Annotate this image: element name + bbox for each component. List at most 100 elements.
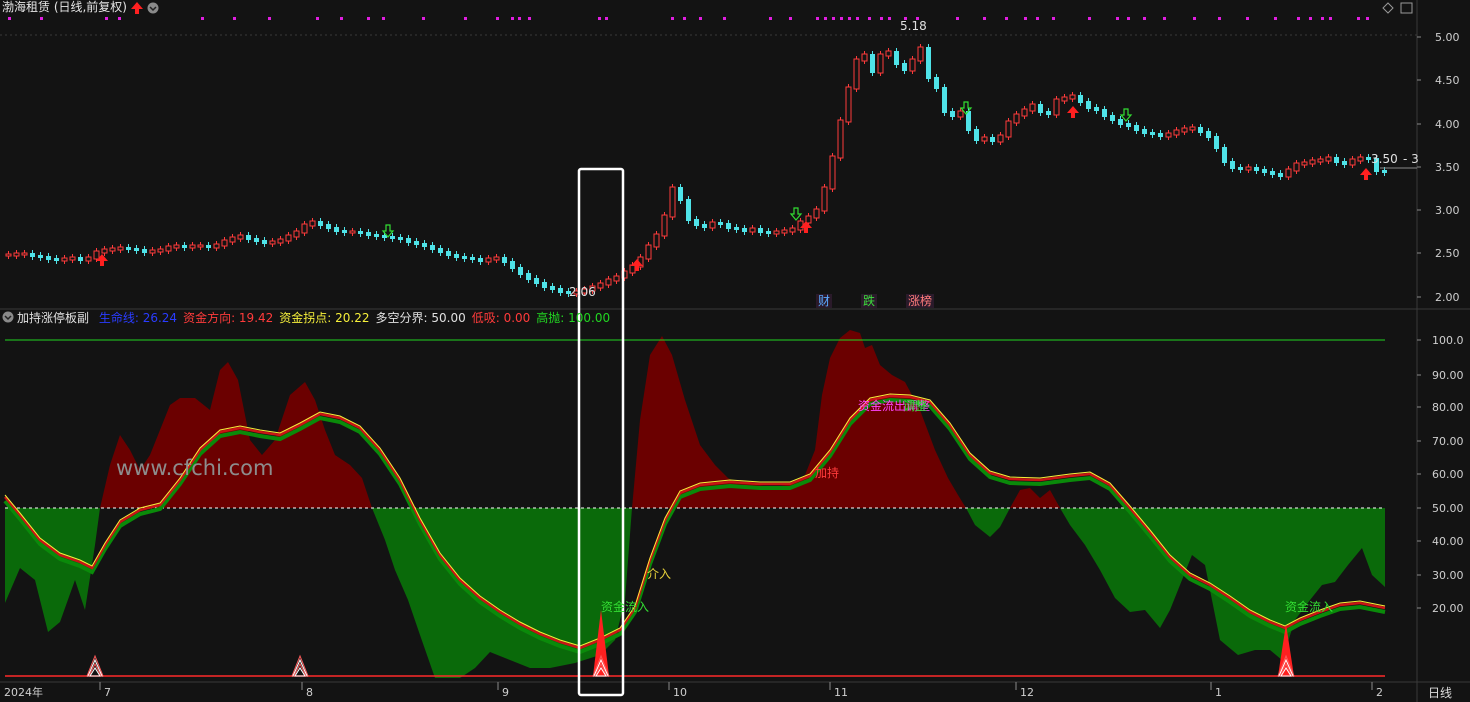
signal-dot: [1143, 17, 1146, 20]
time-tick-label: 1: [1215, 686, 1222, 699]
candle-body: [669, 186, 676, 218]
indicator-area-fill: [5, 330, 1385, 678]
signal-dot: [268, 17, 271, 20]
signal-dot: [956, 17, 959, 20]
candle-body: [853, 58, 860, 90]
indicator-value-item: 高抛: 100.00: [536, 311, 611, 325]
signal-dot: [683, 17, 686, 20]
candle-body: [781, 229, 788, 234]
indicator-tick-label: 100.0: [1432, 334, 1464, 347]
hold-label: 加持: [815, 466, 840, 480]
indicator-tick-label: 70.00: [1432, 435, 1464, 448]
candle-body: [182, 245, 187, 248]
indicator-tick-label: 30.00: [1432, 569, 1464, 582]
candle-body: [974, 129, 979, 141]
chart-stage[interactable]: 5.00 4.50 4.00 3.50 3.00 2.50 2.00 100.0 90.00 8…: [0, 0, 1470, 702]
signal-dot: [233, 17, 236, 20]
collapse-circle-icon[interactable]: [2, 311, 14, 323]
signal-dot: [868, 17, 871, 20]
window-icon[interactable]: [1400, 2, 1413, 14]
candle-body: [942, 87, 947, 113]
time-tick-label: 8: [306, 686, 313, 699]
candle-body: [197, 244, 204, 248]
candle-body: [126, 247, 131, 250]
candle-body: [1222, 147, 1227, 163]
signal-dot: [8, 17, 11, 20]
candle-body: [742, 228, 747, 232]
candle-body: [406, 238, 411, 243]
candle-body: [485, 257, 492, 263]
candle-body: [221, 239, 228, 247]
dropdown-circle-icon[interactable]: [147, 2, 159, 14]
indicator-tick-label: 90.00: [1432, 369, 1464, 382]
candle-body: [1285, 168, 1292, 178]
candle-body: [173, 244, 180, 249]
candle-body: [885, 50, 892, 57]
bear-area: [1060, 508, 1385, 660]
time-tick-label: 11: [834, 686, 848, 699]
signal-dot: [1005, 17, 1008, 20]
candle-body: [789, 227, 796, 233]
indicator-value-item: 资金拐点: 20.22: [279, 311, 370, 325]
candle-body: [21, 252, 28, 256]
signal-dot: [1052, 17, 1055, 20]
signal-dot: [1024, 17, 1027, 20]
candle-body: [558, 288, 563, 293]
candle-body: [349, 230, 356, 234]
signal-dot: [856, 17, 859, 20]
indicator-value-item: 低吸: 0.00: [471, 311, 531, 325]
candle-body: [1142, 129, 1147, 134]
candle-body: [246, 235, 251, 240]
candle-body: [1325, 156, 1332, 162]
candle-body: [1110, 115, 1115, 121]
candle-body: [358, 231, 363, 234]
candle-body: [438, 248, 443, 253]
candle-body: [1173, 129, 1180, 136]
candle-body: [861, 53, 868, 62]
up-arrow-icon: [1067, 106, 1079, 118]
candle-body: [30, 253, 35, 257]
signal-dot: [789, 17, 792, 20]
candle-body: [117, 246, 124, 251]
candle-body: [1206, 131, 1211, 138]
signal-dot: [1366, 17, 1369, 20]
candle-body: [1334, 157, 1339, 163]
candle-body: [5, 253, 12, 257]
candle-body: [446, 251, 451, 256]
signal-dot: [382, 17, 385, 20]
signal-dot: [40, 17, 43, 20]
candle-body: [1094, 107, 1099, 111]
candle-body: [1293, 162, 1300, 172]
signal-dot: [848, 17, 851, 20]
candle-body: [1270, 171, 1275, 175]
indicator-value-item: 生命线: 26.24: [98, 311, 178, 325]
event-tag: 财: [816, 294, 833, 308]
period-selector[interactable]: 日线: [1428, 684, 1452, 701]
candle-body: [1349, 158, 1356, 166]
candle-body: [981, 136, 988, 142]
candle-body: [957, 110, 964, 118]
signal-dot: [816, 17, 819, 20]
candle-body: [1198, 127, 1203, 133]
candle-body: [534, 278, 539, 284]
signal-dot: [1193, 17, 1196, 20]
candle-body: [734, 227, 739, 230]
candle-body: [510, 261, 515, 269]
high-price-label: 5.18: [900, 19, 927, 33]
time-axis: 2024年 7 8 9 10 11 12 1 2: [4, 682, 1383, 699]
diamond-icon[interactable]: [1382, 2, 1394, 14]
signal-dot: [1036, 17, 1039, 20]
candle-body: [1245, 166, 1252, 171]
candle-body: [301, 223, 308, 234]
time-tick-label: 2: [1376, 686, 1383, 699]
signal-dot: [832, 17, 835, 20]
candle-body: [845, 86, 852, 123]
candle-body: [309, 220, 316, 227]
candle-body: [766, 231, 771, 234]
candle-body: [926, 47, 931, 79]
candle-body: [1382, 170, 1387, 173]
fund-inflow-label: 资金流入: [1285, 600, 1334, 614]
candle-body: [661, 214, 668, 237]
candle-body: [678, 187, 683, 201]
event-tag: 跌: [861, 294, 878, 308]
